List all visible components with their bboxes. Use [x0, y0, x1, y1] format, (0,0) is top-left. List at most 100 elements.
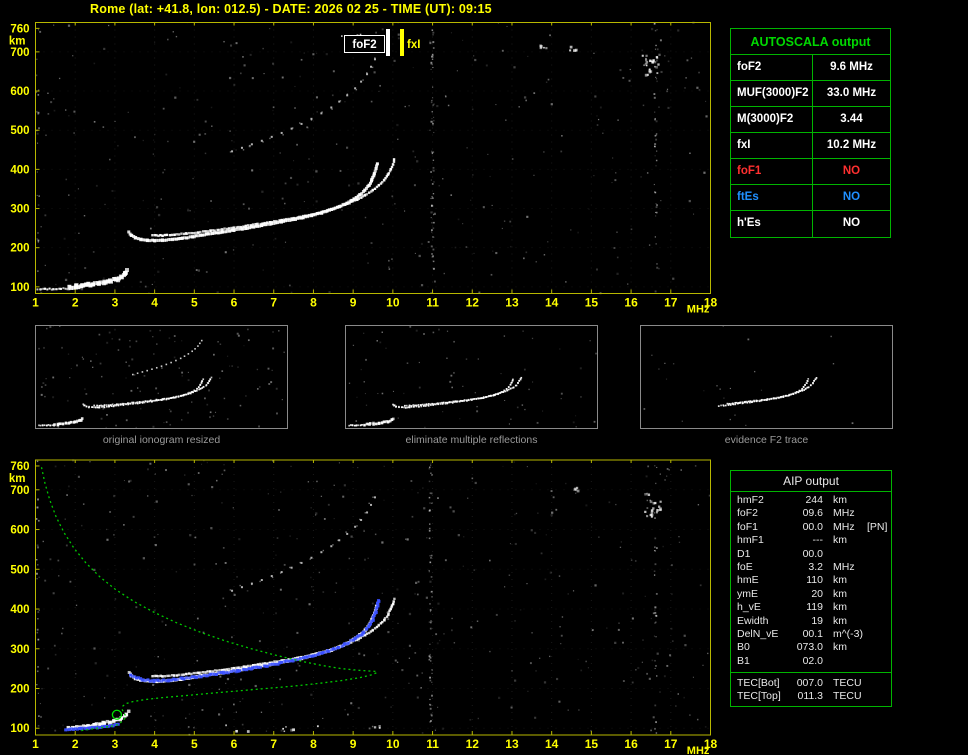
svg-text:6: 6 [231, 737, 238, 751]
svg-text:700: 700 [10, 47, 29, 59]
fxI-marker-line [400, 29, 404, 56]
parameter-label: B0 [737, 641, 793, 654]
svg-text:9: 9 [350, 296, 357, 310]
parameter-label: foF1 [737, 521, 793, 534]
parameter-value: 00.0 [793, 521, 823, 534]
svg-text:6: 6 [231, 296, 238, 310]
thumbnail-caption-3: evidence F2 trace [640, 434, 893, 446]
svg-text:17: 17 [664, 737, 678, 751]
second-hop-echo [230, 57, 376, 152]
foF2-marker-line [386, 29, 390, 56]
aip-panel-title: AIP output [731, 471, 891, 492]
mini-baseline [348, 424, 365, 427]
svg-text:km: km [9, 473, 26, 485]
svg-text:600: 600 [10, 86, 29, 98]
aip-row: B102.0 [737, 655, 891, 668]
svg-text:foF2: foF2 [352, 39, 376, 51]
svg-text:15: 15 [585, 296, 599, 310]
parameter-value: 20 [793, 588, 823, 601]
parameter-unit: km [823, 494, 863, 507]
noise-speckle [644, 326, 854, 426]
mini-f2-extraordinary [404, 377, 522, 407]
axis-labels: 100200300400500600700760km12345678910111… [9, 23, 718, 315]
autoscala-row: foF1NO [731, 159, 890, 185]
aip-output-panel: AIP output hmF2244kmfoF209.6MHzfoF100.0M… [730, 470, 892, 707]
thumbnail-caption-2: eliminate multiple reflections [345, 434, 598, 446]
svg-text:9: 9 [350, 737, 357, 751]
parameter-value: NO [813, 185, 890, 210]
parameter-unit: km [823, 601, 863, 614]
svg-text:11: 11 [426, 296, 439, 310]
mini-e-region [363, 418, 394, 427]
aip-row: foE3.2MHz [737, 561, 891, 574]
parameter-value: 073.0 [793, 641, 823, 654]
svg-text:2: 2 [72, 737, 79, 751]
f2-trace-o-mode [128, 602, 380, 683]
parameter-unit: km [823, 641, 863, 654]
autoscala-output-panel: AUTOSCALA output foF29.6 MHzMUF(3000)F23… [730, 28, 891, 238]
parameter-note [863, 628, 891, 641]
plot-frame [36, 23, 711, 294]
parameter-note [863, 655, 891, 668]
parameter-label: foF2 [731, 55, 813, 80]
parameter-value: 3.44 [813, 107, 890, 132]
parameter-unit [823, 548, 863, 561]
svg-text:13: 13 [505, 737, 519, 751]
aip-row: h_vE119km [737, 601, 891, 614]
svg-text:5: 5 [191, 296, 198, 310]
parameter-value: 10.2 MHz [813, 133, 890, 158]
svg-text:MHz: MHz [687, 304, 710, 316]
noise-speckle [38, 326, 285, 429]
svg-text:700: 700 [10, 485, 29, 497]
parameter-label: hmF1 [737, 534, 793, 547]
aip-row: hmE110km [737, 574, 891, 587]
parameter-label: TEC[Top] [737, 690, 793, 703]
autoscala-row: foF29.6 MHz [731, 55, 890, 81]
profile-ionogram-plot: 100200300400500600700760km12345678910111… [0, 450, 730, 755]
parameter-note [863, 641, 891, 654]
svg-text:400: 400 [10, 164, 29, 176]
parameter-value: 00.1 [793, 628, 823, 641]
second-hop-echo [230, 496, 376, 591]
electron-density-profile [42, 467, 378, 730]
plot-frame [36, 460, 711, 735]
parameter-value: NO [813, 159, 890, 184]
aip-row: hmF2244km [737, 494, 891, 507]
svg-text:500: 500 [10, 564, 29, 576]
aip-row: foF209.6MHz [737, 507, 891, 520]
svg-text:200: 200 [10, 243, 29, 255]
parameter-note [863, 507, 891, 520]
thumbnail-original-ionogram [35, 325, 288, 429]
parameter-value: 9.6 MHz [813, 55, 890, 80]
autoscala-row: ftEsNO [731, 185, 890, 211]
parameter-label: Ewidth [737, 615, 793, 628]
svg-text:760: 760 [10, 461, 29, 473]
parameter-value: 00.0 [793, 548, 823, 561]
f2-trace-o-mode [127, 162, 379, 242]
svg-text:1: 1 [32, 296, 39, 310]
svg-text:12: 12 [466, 737, 480, 751]
autoscala-row: h'EsNO [731, 211, 890, 237]
svg-text:5: 5 [191, 737, 198, 751]
svg-text:10: 10 [386, 737, 400, 751]
parameter-label: foF1 [731, 159, 813, 184]
parameter-unit: TECU [823, 677, 863, 690]
parameter-value: 19 [793, 615, 823, 628]
mini-baseline [38, 424, 55, 426]
mini-f2-ordinary [82, 378, 204, 408]
noise-speckle [36, 459, 711, 735]
svg-text:11: 11 [426, 737, 439, 751]
parameter-value: 119 [793, 601, 823, 614]
noise-speckle [36, 22, 708, 295]
restored-f2-trace [129, 599, 380, 683]
parameter-note [863, 677, 891, 690]
parameter-note [863, 561, 891, 574]
svg-text:8: 8 [310, 737, 317, 751]
thumbnail-caption-1: original ionogram resized [35, 434, 288, 446]
parameter-label: ftEs [731, 185, 813, 210]
parameter-value: 007.0 [793, 677, 823, 690]
svg-text:4: 4 [151, 296, 158, 310]
svg-text:2: 2 [72, 296, 79, 310]
parameter-label: MUF(3000)F2 [731, 81, 813, 106]
parameter-unit [823, 655, 863, 668]
